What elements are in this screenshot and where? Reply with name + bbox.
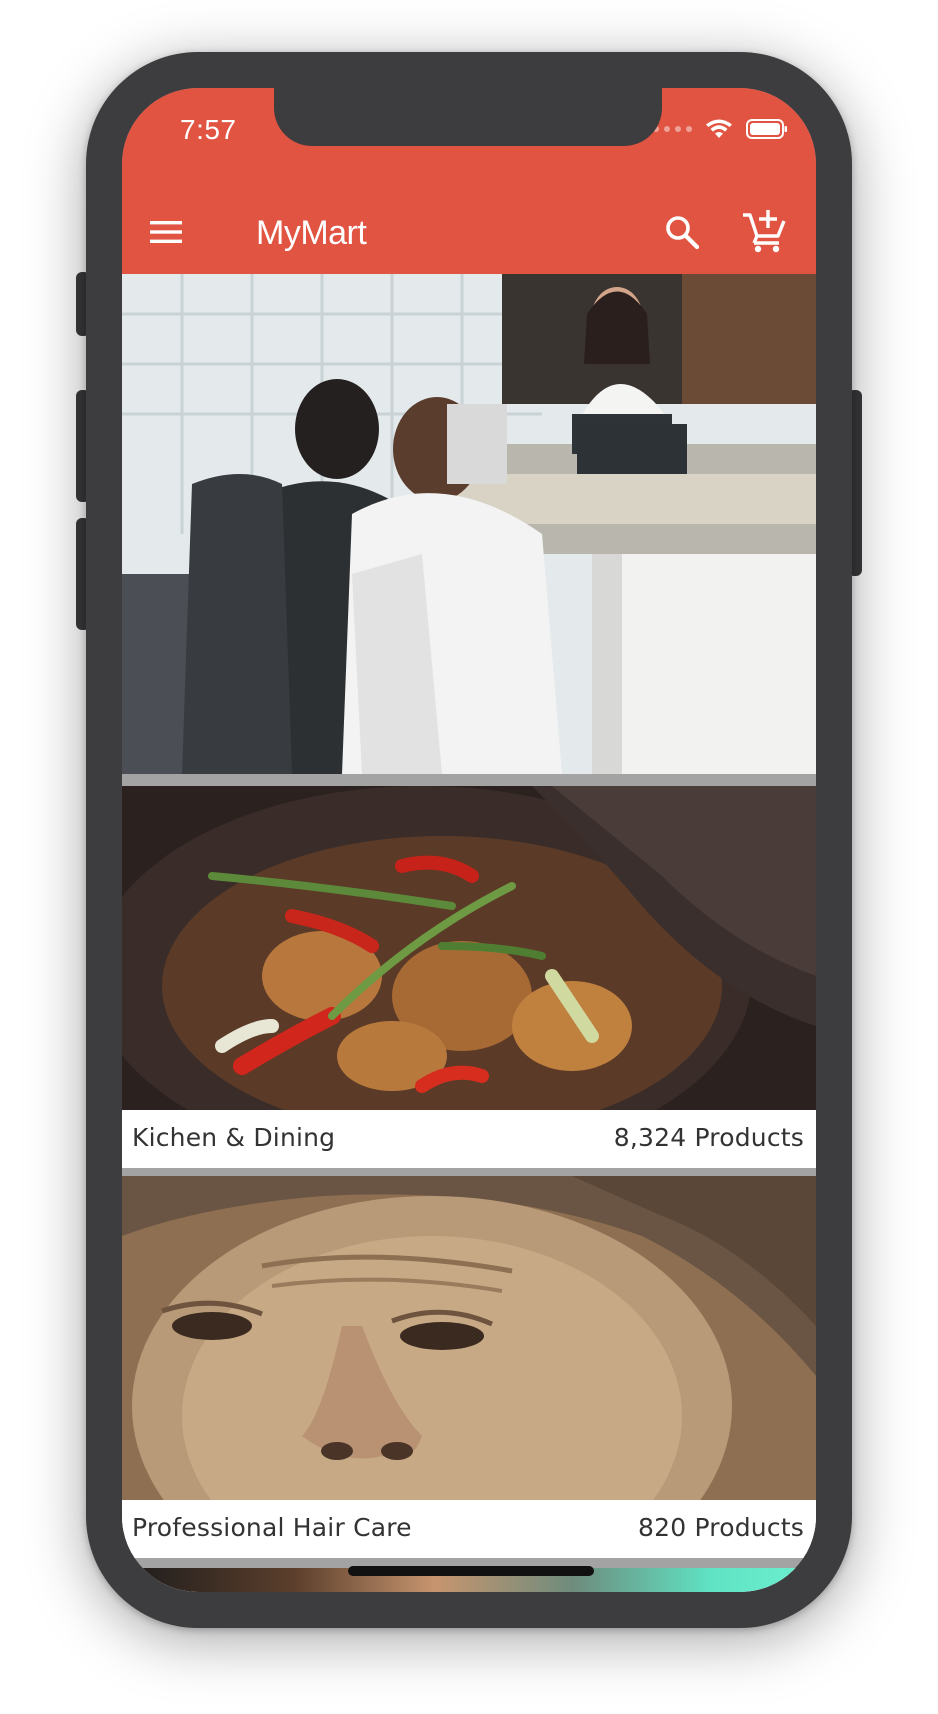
add-shopping-cart-icon[interactable]	[740, 206, 788, 254]
battery-icon	[746, 119, 787, 139]
category-name: Kichen & Dining	[132, 1122, 336, 1152]
product-count: 820 Products	[637, 1512, 804, 1542]
home-indicator[interactable]	[348, 1566, 594, 1576]
camera-notch	[274, 88, 662, 146]
search-icon[interactable]	[662, 212, 702, 252]
phone-screen: 7:57 MyMart Kichen & Dining 8,324 Produc…	[122, 88, 816, 1592]
status-icons	[653, 118, 788, 140]
menu-icon[interactable]	[148, 214, 184, 250]
office-workers-photo	[122, 274, 816, 774]
app-title: MyMart	[256, 214, 367, 252]
category-caption: Professional Hair Care 820 Products	[122, 1500, 816, 1554]
status-time: 7:57	[180, 114, 237, 145]
category-card[interactable]	[122, 274, 816, 774]
category-caption: Kichen & Dining 8,324 Products	[122, 1110, 816, 1164]
braised-dish-clay-pot-photo	[122, 786, 816, 1110]
device-mockup: 7:57 MyMart Kichen & Dining 8,324 Produc…	[0, 0, 938, 1714]
category-name: Professional Hair Care	[132, 1512, 412, 1542]
wifi-icon	[706, 119, 732, 138]
product-count: 8,324 Products	[613, 1122, 804, 1152]
toolbar: MyMart	[122, 200, 816, 264]
cellular-signal-icon	[653, 126, 692, 132]
category-card[interactable]: Kichen & Dining 8,324 Products	[122, 786, 816, 1168]
category-card[interactable]: Professional Hair Care 820 Products	[122, 1176, 816, 1558]
elderly-woman-portrait-photo	[122, 1176, 816, 1500]
